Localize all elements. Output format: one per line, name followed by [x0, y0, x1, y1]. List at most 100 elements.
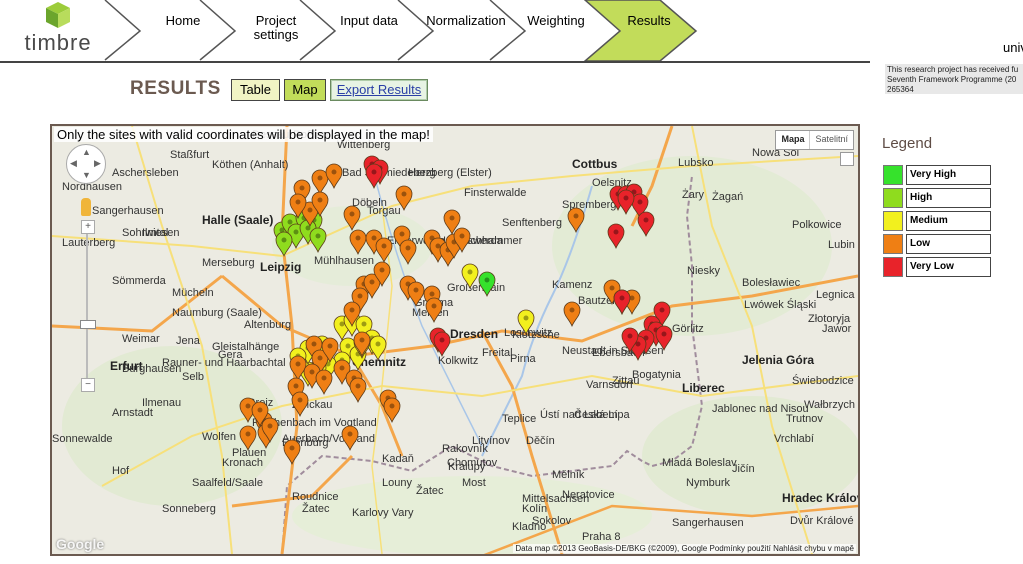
map-city-label: Saalfeld/Saale	[192, 477, 263, 489]
map-city-label: Sonnewalde	[52, 433, 113, 445]
page-title: RESULTS	[130, 78, 221, 99]
map-city-label: Halle (Saale)	[202, 213, 273, 227]
map-city-label: Teplice	[502, 413, 536, 425]
map-city-label: Kralupy	[448, 461, 486, 473]
map-city-label: Sokolov	[532, 515, 572, 527]
map-city-label: Louny	[382, 477, 412, 489]
map-type-map-button[interactable]: Mapa	[776, 131, 811, 149]
map-city-label: Jena	[176, 335, 201, 347]
zoom-slider: + −	[80, 220, 96, 392]
street-view-pegman-icon[interactable]	[81, 198, 91, 216]
map-city-label: Legnica	[816, 289, 855, 301]
map-city-label: Trutnov	[786, 413, 823, 425]
map-city-label: Aschersleben	[112, 167, 179, 179]
nav-step-input-data[interactable]: Input data	[334, 14, 404, 28]
map-city-label: Döbeln	[352, 197, 387, 209]
map-city-label: Jawor	[822, 323, 852, 335]
pan-control[interactable]: ▲ ▼ ◀ ▶	[66, 144, 106, 184]
zoom-knob[interactable]	[80, 320, 96, 329]
legend-label: Very High	[906, 165, 991, 185]
map-city-label: Liberec	[682, 381, 725, 395]
map-city-label: Lubsko	[678, 157, 713, 169]
zoom-in-button[interactable]: +	[81, 220, 95, 234]
tab-table[interactable]: Table	[231, 79, 280, 101]
legend-label: Very Low	[906, 257, 991, 277]
map-city-label: Świebodzice	[792, 374, 854, 387]
map-city-label: Ilmenau	[142, 397, 181, 409]
pan-down-icon[interactable]: ▼	[82, 171, 91, 180]
map-city-label: Freital	[482, 347, 513, 359]
map-canvas[interactable]: WittenbergDessau-RoßlauBad SchmiedebergS…	[52, 126, 858, 554]
legend-item-high: High	[883, 188, 991, 208]
map-type-control: Mapa Satelitní	[775, 130, 854, 150]
legend-item-medium: Medium	[883, 211, 991, 231]
map-city-label: Selb	[182, 371, 204, 383]
results-map[interactable]: WittenbergDessau-RoßlauBad SchmiedebergS…	[50, 124, 860, 556]
app-header: timbre Home Project settings Input data …	[0, 0, 1023, 63]
map-city-label: Mělník	[552, 469, 585, 481]
map-city-label: Ilmtal	[142, 227, 168, 239]
funding-note: This research project has received fu Se…	[885, 64, 1023, 94]
map-city-label: Lubin	[828, 239, 855, 251]
map-city-label: Mühlhausen	[314, 255, 374, 267]
nav-step-normalization[interactable]: Normalization	[420, 14, 512, 28]
map-city-label: Hof	[112, 465, 130, 477]
map-city-label: Burghausen	[122, 363, 181, 375]
map-type-satellite-button[interactable]: Satelitní	[810, 131, 853, 149]
google-logo[interactable]: Google	[56, 536, 104, 552]
legend-label: High	[906, 188, 991, 208]
map-city-label: Polkowice	[792, 219, 842, 231]
map-city-label: Pirna	[510, 353, 537, 365]
map-city-label: Wałbrzych	[804, 399, 855, 411]
legend-item-very-high: Very High	[883, 165, 991, 185]
map-footer[interactable]: Data map ©2013 GeoBasis-DE/BKG (©2009), …	[513, 544, 856, 553]
fullscreen-icon[interactable]	[840, 152, 854, 166]
map-city-label: Kadaň	[382, 453, 414, 465]
map-city-label: Gleistalhänge	[212, 341, 279, 353]
map-city-label: Děčín	[526, 435, 555, 447]
map-city-label: Spremberg	[562, 199, 616, 211]
map-city-label: Köthen (Anhalt)	[212, 159, 288, 171]
pan-right-icon[interactable]: ▶	[94, 159, 101, 168]
map-city-label: Merseburg	[202, 257, 255, 269]
header-right-text: univ	[1003, 40, 1023, 55]
map-city-label: Praha 8	[582, 531, 621, 543]
zoom-track[interactable]	[86, 232, 88, 382]
map-city-label: Jelenia Góra	[742, 353, 814, 367]
map-city-label: Niesky	[687, 265, 721, 277]
export-results-link[interactable]: Export Results	[330, 79, 428, 101]
legend-item-very-low: Very Low	[883, 257, 991, 277]
legend-swatch	[883, 257, 903, 277]
map-city-label: Finsterwalde	[464, 187, 526, 199]
map-city-label: Rakovník	[442, 443, 488, 455]
legend-label: Medium	[906, 211, 991, 231]
map-city-label: Lwówek Śląski	[744, 298, 816, 311]
tab-map[interactable]: Map	[284, 79, 326, 101]
legend-swatch	[883, 188, 903, 208]
legend-item-low: Low	[883, 234, 991, 254]
legend-swatch	[883, 234, 903, 254]
map-city-label: Żagań	[712, 190, 743, 203]
nav-step-project-settings[interactable]: Project settings	[244, 14, 308, 42]
map-city-label: Żary	[682, 188, 705, 201]
nav-step-home[interactable]: Home	[148, 14, 218, 28]
map-city-label: Žatec	[416, 484, 444, 497]
map-city-label: Mladá Boleslav	[662, 457, 737, 469]
map-city-label: Kolkwitz	[438, 355, 478, 367]
map-city-label: Roudnice	[292, 491, 338, 503]
step-nav	[104, 0, 698, 62]
map-city-label: Cottbus	[572, 157, 618, 171]
funding-line-3: 265364	[887, 85, 914, 94]
nav-step-results[interactable]: Results	[612, 14, 686, 28]
map-city-label: Nymburk	[686, 477, 731, 489]
map-city-label: Kamenz	[552, 279, 592, 291]
map-city-label: Ústí nad Labem	[540, 408, 618, 421]
map-city-label: Herzberg (Elster)	[408, 167, 492, 179]
map-city-label: Naumburg (Saale)	[172, 307, 262, 319]
zoom-out-button[interactable]: −	[81, 378, 95, 392]
pan-left-icon[interactable]: ◀	[70, 159, 77, 168]
map-note: Only the sites with valid coordinates wi…	[54, 127, 433, 142]
nav-step-weighting[interactable]: Weighting	[518, 14, 594, 28]
map-city-label: Weimar	[122, 333, 160, 345]
pan-up-icon[interactable]: ▲	[82, 148, 91, 157]
